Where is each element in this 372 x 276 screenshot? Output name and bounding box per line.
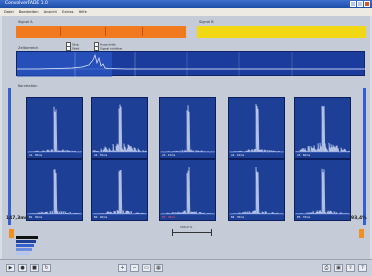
overview-waveform-graphic [17, 52, 366, 77]
menu-item-view[interactable]: Ansicht [44, 10, 57, 14]
menu-item-file[interactable]: Datei [4, 10, 14, 14]
correlation-panel-label: B1 · 30ms [29, 216, 43, 219]
right-level-bar[interactable] [363, 88, 366, 225]
export-icon: ⇪ [348, 265, 353, 271]
legend-swatch [16, 236, 38, 239]
zoom-in-icon: + [120, 265, 125, 271]
correlation-trace [160, 105, 215, 153]
color-legend [16, 236, 38, 257]
correlation-trace [295, 105, 350, 153]
grid-button[interactable]: ▦ [154, 264, 163, 272]
signal-b-bar[interactable] [197, 26, 366, 38]
legend-swatch [16, 244, 34, 247]
correlation-panel[interactable]: A5 · 60ms [294, 97, 351, 159]
loop-icon: ↻ [44, 265, 49, 271]
fit-button[interactable]: ▭ [142, 264, 151, 272]
correlation-trace [27, 106, 82, 153]
zoom-out-button[interactable]: − [130, 264, 139, 272]
window-title: ConvolverFADE 1.0 [5, 1, 48, 6]
correlation-panel[interactable]: A2 · 55ms [91, 97, 148, 159]
play-icon: ▶ [8, 265, 13, 271]
legend-swatch [16, 252, 30, 255]
correlation-panel-label: A5 · 60ms [297, 154, 311, 157]
zoom-out-icon: − [132, 265, 137, 271]
overview-waveform[interactable] [16, 51, 366, 77]
zoom-in-button[interactable]: + [118, 264, 127, 272]
right-range-handle[interactable] [359, 229, 364, 238]
correlation-panel-label: A1 · 30ms [29, 154, 43, 157]
export-button[interactable]: ⇪ [346, 264, 355, 272]
help-button[interactable]: ? [358, 264, 367, 272]
correlation-panel[interactable]: A4 · 10ms [228, 97, 285, 159]
zoom-slider-value: 100,0 % [180, 225, 193, 229]
close-button[interactable] [364, 1, 370, 7]
correlation-panel[interactable]: B5 · 33ms [294, 159, 351, 221]
record-icon: ● [20, 265, 25, 271]
loop-button[interactable]: ↻ [42, 264, 51, 272]
overview-label: Zeitbereich [18, 46, 39, 50]
signal-a-marker[interactable] [142, 27, 143, 36]
correlation-panel[interactable]: B3 · 28ms [159, 159, 216, 221]
signal-a-marker[interactable] [60, 27, 61, 36]
signal-a-label: Signal A [18, 20, 33, 24]
menu-item-help[interactable]: Hilfe [79, 10, 87, 14]
range-left-value: 147,3ms [6, 216, 28, 221]
correlation-panel[interactable]: A1 · 30ms [26, 97, 83, 159]
correlation-trace [229, 166, 284, 215]
signal-b-label: Signal B [199, 20, 214, 24]
play-button[interactable]: ▶ [6, 264, 15, 272]
correlation-trace [92, 104, 147, 153]
left-range-handle[interactable] [9, 229, 14, 238]
print-icon: ⎙ [324, 265, 329, 271]
print-button[interactable]: ⎙ [322, 264, 331, 272]
correlation-panel[interactable]: B2 · 40ms [91, 159, 148, 221]
record-button[interactable]: ● [18, 264, 27, 272]
zoom-slider[interactable]: 100,0 % [172, 225, 212, 238]
menu-item-edit[interactable]: Bearbeiten [19, 10, 39, 14]
correlation-panel-label: A3 · 15ms [162, 154, 176, 157]
help-icon: ? [361, 265, 364, 271]
correlation-trace [229, 104, 284, 153]
maximize-button[interactable] [357, 1, 363, 7]
save-icon: ▣ [336, 265, 341, 271]
application-window: ConvolverFADE 1.0 Datei Bearbeiten Ansic… [0, 0, 372, 276]
zoom-slider-start[interactable] [172, 229, 173, 236]
correlation-panel[interactable]: B1 · 30ms [26, 159, 83, 221]
save-button[interactable]: ▣ [334, 264, 343, 272]
correlation-trace [295, 168, 350, 215]
correlation-panel[interactable]: B4 · 35ms [228, 159, 285, 221]
title-bar: ConvolverFADE 1.0 [0, 0, 372, 8]
correlation-panel-label: B3 · 28ms [162, 216, 176, 219]
grid-label: Korrelation [18, 84, 38, 88]
legend-swatch [16, 240, 36, 243]
stop-button[interactable]: ■ [30, 264, 39, 272]
zoom-slider-end[interactable] [211, 229, 212, 236]
zoom-slider-rail [172, 232, 212, 233]
bottom-toolbar: ▶ ● ■ ↻ + − ▭ ▦ ⎙ ▣ ⇪? [0, 259, 372, 276]
correlation-trace [160, 167, 215, 215]
grid-icon: ▦ [156, 265, 161, 271]
fit-icon: ▭ [144, 265, 149, 271]
menu-item-tools[interactable]: Extras [62, 10, 73, 14]
correlation-panel-label: A2 · 55ms [94, 154, 108, 157]
correlation-panel-label: B5 · 33ms [297, 216, 311, 219]
legend-swatch [16, 248, 32, 251]
minimize-button[interactable] [350, 1, 356, 7]
stop-icon: ■ [32, 265, 37, 271]
left-level-bar[interactable] [8, 88, 11, 225]
correlation-panel-label: B2 · 40ms [94, 216, 108, 219]
correlation-panel-label: A4 · 10ms [231, 154, 245, 157]
correlation-trace [27, 169, 82, 215]
correlation-panel-label: B4 · 35ms [231, 216, 245, 219]
correlation-trace [92, 170, 147, 215]
range-right-value: 93,4% [351, 216, 367, 221]
signal-a-marker[interactable] [105, 27, 106, 36]
menu-bar: Datei Bearbeiten Ansicht Extras Hilfe [0, 8, 372, 16]
signal-a-bar[interactable] [16, 26, 186, 38]
correlation-panel[interactable]: A3 · 15ms [159, 97, 216, 159]
